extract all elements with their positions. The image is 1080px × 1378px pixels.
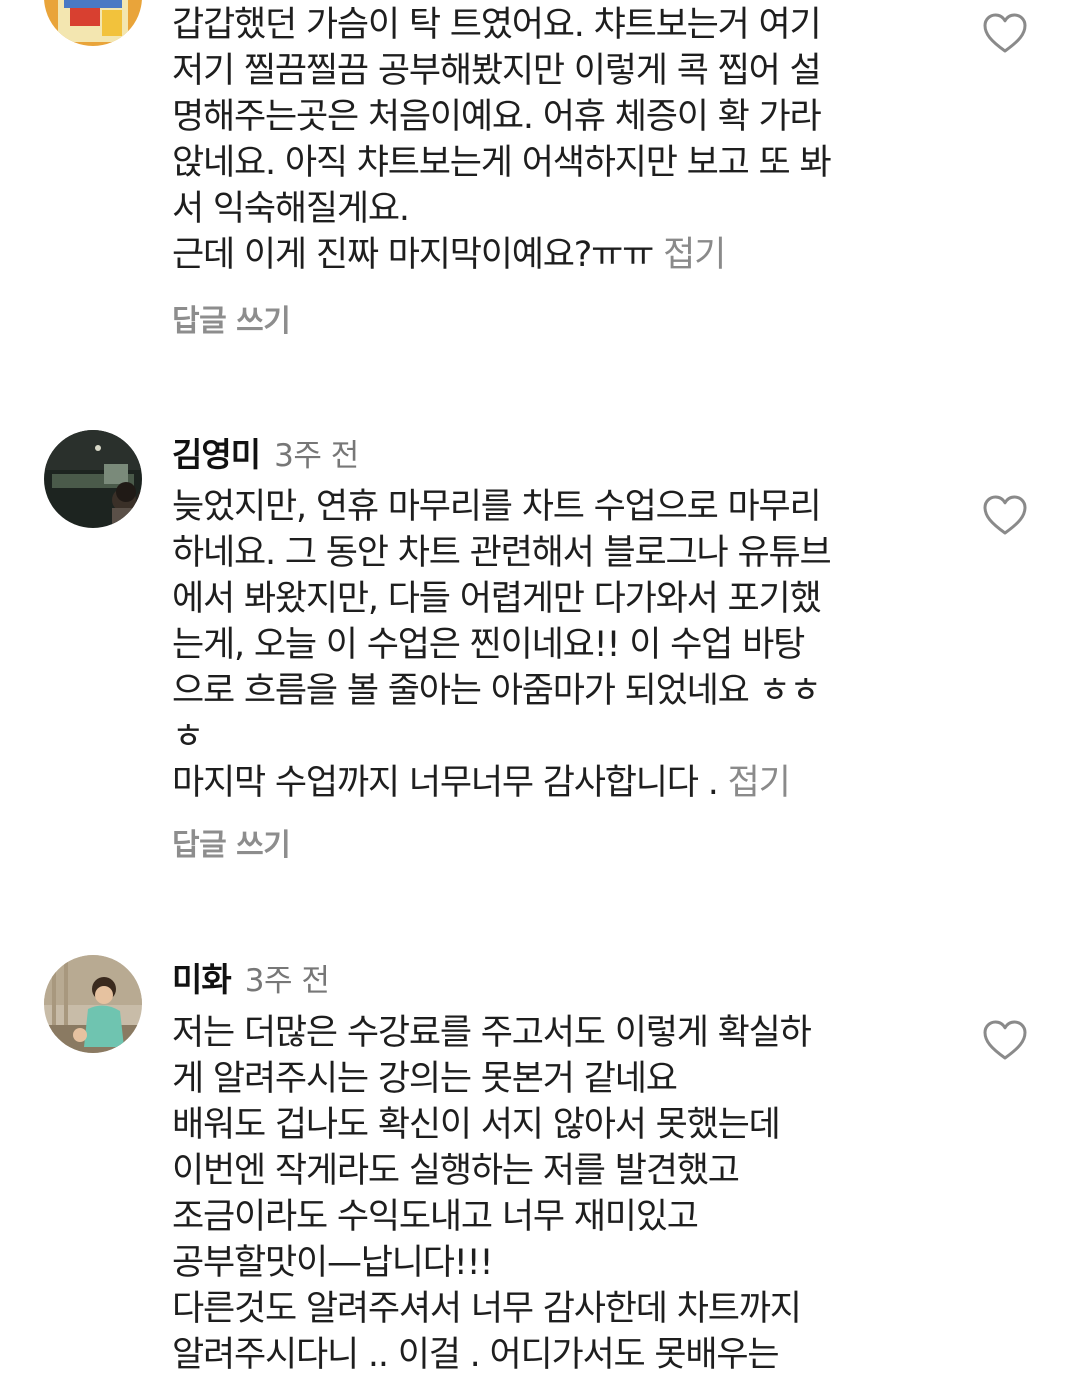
avatar[interactable] (44, 955, 142, 1053)
collapse-link[interactable]: 접기 (728, 763, 791, 803)
comment-text-line: 다른것도 알려주셔서 너무 감사한데 차트까지 (172, 1289, 802, 1329)
heart-outline-icon (983, 13, 1027, 53)
like-button[interactable] (982, 494, 1028, 536)
comment-text-line: 이번엔 작게라도 실행하는 저를 발견했고 (172, 1151, 740, 1191)
comment-text-line: 명해주는곳은 처음이예요. 어휴 체증이 확 가라 (172, 97, 822, 137)
comment-text-line: 서 익숙해질게요. (172, 189, 410, 229)
collapse-link[interactable]: 접기 (663, 235, 726, 275)
avatar[interactable] (44, 0, 142, 46)
comment-text-line: 마지막 수업까지 너무너무 감사합니다 . 접기 (172, 763, 791, 803)
comment-text-line: 하네요. 그 동안 차트 관련해서 블로그나 유튜브 (172, 533, 832, 573)
comment-author[interactable]: 김영미 (172, 428, 261, 476)
comment-text-line: 게 알려주시는 강의는 못본거 같네요 (172, 1059, 678, 1099)
comment-time: 3주 전 (244, 963, 330, 999)
comment-text-line: 알려주시다니 .. 이걸 . 어디가서도 못배우는 (172, 1335, 780, 1375)
comment-text-line: 늦었지만, 연휴 마무리를 차트 수업으로 마무리 (172, 487, 822, 527)
like-button[interactable] (982, 12, 1028, 54)
comment-text-line: 으로 흐름을 볼 줄아는 아줌마가 되었네요 ㅎㅎ (172, 671, 822, 711)
reply-button[interactable]: 답글 쓰기 (172, 820, 291, 864)
comment-text-line: 갑갑했던 가슴이 탁 트였어요. 챠트보는거 여기 (172, 5, 822, 45)
like-button[interactable] (982, 1019, 1028, 1061)
reply-button[interactable]: 답글 쓰기 (172, 296, 291, 340)
comment-text-line: 조금이라도 수익도내고 너무 재미있고 (172, 1197, 699, 1237)
comment-author[interactable]: 미화 (172, 953, 232, 1001)
comment-text-line: 근데 이게 진짜 마지막이예요?ㅠㅠ 접기 (172, 235, 726, 275)
comment-text-line: ㅎ (172, 717, 204, 757)
comment-text-line: 배워도 겁나도 확신이 서지 않아서 못했는데 (172, 1105, 781, 1145)
comment-text-line: 앉네요. 아직 챠트보는게 어색하지만 보고 또 봐 (172, 143, 832, 183)
comment-text-line: 에서 봐왔지만, 다들 어렵게만 다가와서 포기했 (172, 579, 822, 619)
comment-text-line: 저는 더많은 수강료를 주고서도 이렇게 확실하 (172, 1013, 812, 1053)
heart-outline-icon (983, 1020, 1027, 1060)
comment-time: 3주 전 (274, 438, 359, 474)
comment-text-line: 저기 찔끔찔끔 공부해봤지만 이렇게 콕 찝어 설 (172, 51, 822, 91)
avatar[interactable] (44, 430, 142, 528)
comment-text-line: 는게, 오늘 이 수업은 찐이네요!! 이 수업 바탕 (172, 625, 805, 665)
comment-text-line: 공부할맛이—납니다!!! (172, 1243, 493, 1283)
heart-outline-icon (983, 495, 1027, 535)
